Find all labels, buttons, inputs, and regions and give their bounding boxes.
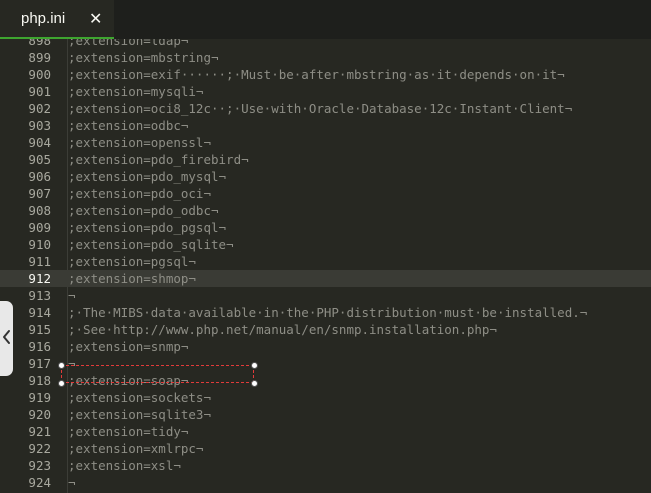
code-line[interactable]: 911 ;extension=pgsql¬ <box>0 253 651 270</box>
line-number: 904 <box>28 135 51 150</box>
line-code: ;extension=odbc¬ <box>68 118 189 133</box>
line-code: ;extension=pdo_oci¬ <box>68 186 211 201</box>
code-line[interactable]: 905 ;extension=pdo_firebird¬ <box>0 151 651 168</box>
code-line[interactable]: 898 ;extension=ldap¬ <box>0 39 651 49</box>
line-number: 906 <box>28 169 51 184</box>
tab-php-ini[interactable]: php.ini ✕ <box>0 0 114 39</box>
line-code: ;extension=xmlrpc¬ <box>68 441 204 456</box>
line-code: ;extension=mbstring¬ <box>68 50 219 65</box>
code-line[interactable]: 910 ;extension=pdo_sqlite¬ <box>0 236 651 253</box>
code-line[interactable]: 914 ;·The·MIBS·data·available·in·the·PHP·… <box>0 304 651 321</box>
code-line[interactable]: 924 ¬ <box>0 474 651 491</box>
code-line[interactable]: 909 ;extension=pdo_pgsql¬ <box>0 219 651 236</box>
line-code: ;extension=sqlite3¬ <box>68 407 211 422</box>
code-line[interactable]: 921 ;extension=tidy¬ <box>0 423 651 440</box>
line-code: ;extension=snmp¬ <box>68 339 189 354</box>
line-number: 902 <box>28 101 51 116</box>
line-number: 919 <box>28 390 51 405</box>
code-line[interactable]: 923 ;extension=xsl¬ <box>0 457 651 474</box>
line-number: 907 <box>28 186 51 201</box>
line-code: ¬ <box>68 475 76 490</box>
code-line[interactable]: 919 ;extension=sockets¬ <box>0 389 651 406</box>
code-line[interactable]: 913 ¬ <box>0 287 651 304</box>
line-number: 922 <box>28 441 51 456</box>
code-line[interactable]: 922 ;extension=xmlrpc¬ <box>0 440 651 457</box>
close-icon[interactable]: ✕ <box>89 9 102 28</box>
code-line[interactable]: 920 ;extension=sqlite3¬ <box>0 406 651 423</box>
line-number: 905 <box>28 152 51 167</box>
line-number: 921 <box>28 424 51 439</box>
line-number: 920 <box>28 407 51 422</box>
annotation-box <box>61 365 254 383</box>
code-line[interactable]: 915 ;·See·http://www.php.net/manual/en/sn… <box>0 321 651 338</box>
line-code: ;extension=mysqli¬ <box>68 84 204 99</box>
line-code: ;extension=openssl¬ <box>68 135 211 150</box>
code-line[interactable]: 902 ;extension=oci8_12c··;·Use·with·Oracl… <box>0 100 651 117</box>
code-line[interactable]: 903 ;extension=odbc¬ <box>0 117 651 134</box>
line-code: ;extension=oci8_12c··;·Use·with·Oracle·D… <box>68 101 573 116</box>
line-number: 912 <box>28 271 51 286</box>
line-code: ;extension=pdo_sqlite¬ <box>68 237 234 252</box>
annotation-handle-bottom-left[interactable] <box>58 380 65 387</box>
line-code: ;·See·http://www.php.net/manual/en/snmp.… <box>68 322 497 337</box>
line-number: 910 <box>28 237 51 252</box>
code-line[interactable]: 908 ;extension=pdo_odbc¬ <box>0 202 651 219</box>
tab-title: php.ini <box>21 10 66 27</box>
code-line[interactable]: 906 ;extension=pdo_mysql¬ <box>0 168 651 185</box>
line-number: 923 <box>28 458 51 473</box>
annotation-handle-top-right[interactable] <box>251 362 258 369</box>
line-code: ;extension=pdo_firebird¬ <box>68 152 249 167</box>
tab-bar: php.ini ✕ <box>0 0 651 39</box>
line-number: 909 <box>28 220 51 235</box>
line-code: ;extension=shmop¬ <box>68 271 196 286</box>
line-number: 908 <box>28 203 51 218</box>
line-code: ;extension=pgsql¬ <box>68 254 196 269</box>
code-line[interactable]: 900 ;extension=exif······;·Must·be·after·… <box>0 66 651 83</box>
line-number: 901 <box>28 84 51 99</box>
code-line[interactable]: 916 ;extension=snmp¬ <box>0 338 651 355</box>
line-code: ¬ <box>68 288 76 303</box>
line-code: ;extension=tidy¬ <box>68 424 189 439</box>
line-code: ;extension=sockets¬ <box>68 390 211 405</box>
line-code: ;extension=ldap¬ <box>68 39 189 48</box>
line-code: ;extension=pdo_mysql¬ <box>68 169 227 184</box>
sidebar-toggle-button[interactable] <box>0 301 13 376</box>
chevron-left-icon <box>2 329 11 349</box>
line-number: 900 <box>28 67 51 82</box>
annotation-handle-top-left[interactable] <box>58 362 65 369</box>
line-number: 899 <box>28 50 51 65</box>
line-number: 898 <box>28 39 51 48</box>
line-code: ;extension=pdo_odbc¬ <box>68 203 219 218</box>
code-line[interactable]: 899 ;extension=mbstring¬ <box>0 49 651 66</box>
line-code: ;·The·MIBS·data·available·in·the·PHP·dis… <box>68 305 588 320</box>
annotation-handle-bottom-right[interactable] <box>251 380 258 387</box>
line-number: 903 <box>28 118 51 133</box>
code-line[interactable]: 907 ;extension=pdo_oci¬ <box>0 185 651 202</box>
line-code: ;extension=pdo_pgsql¬ <box>68 220 227 235</box>
line-code: ;extension=xsl¬ <box>68 458 181 473</box>
line-number: 911 <box>28 254 51 269</box>
code-line[interactable]: 904 ;extension=openssl¬ <box>0 134 651 151</box>
current-code-line[interactable]: 912 ;extension=shmop¬ <box>0 270 651 287</box>
line-code: ;extension=exif······;·Must·be·after·mbs… <box>68 67 565 82</box>
editor-lines: 898 ;extension=ldap¬ 899 ;extension=mbstrin… <box>0 39 651 491</box>
line-number: 924 <box>28 475 51 490</box>
code-line[interactable]: 901 ;extension=mysqli¬ <box>0 83 651 100</box>
code-editor[interactable]: 898 ;extension=ldap¬ 899 ;extension=mbstrin… <box>0 39 651 493</box>
